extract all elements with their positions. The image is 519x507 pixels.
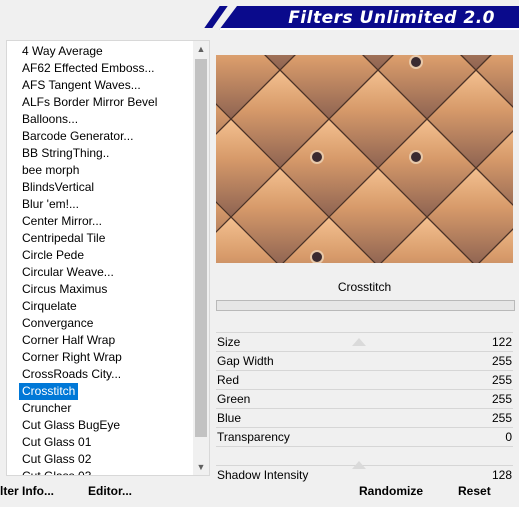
- filter-list-item[interactable]: Cut Glass BugEye: [19, 417, 189, 434]
- parameter-label: Blue: [217, 411, 242, 425]
- scroll-down-icon[interactable]: ▼: [193, 459, 209, 475]
- filter-list-item[interactable]: AFS Tangent Waves...: [19, 77, 189, 94]
- editor-button[interactable]: Editor...: [88, 480, 132, 502]
- parameter-label: Red: [217, 373, 240, 387]
- filter-list-item[interactable]: Corner Half Wrap: [19, 332, 189, 349]
- preview-image: [216, 55, 513, 263]
- parameter-row[interactable]: Transparency 0: [216, 427, 513, 446]
- parameter-label: Shadow Intensity: [217, 468, 309, 482]
- preview-knot: [310, 250, 324, 263]
- filter-list-item[interactable]: Cruncher: [19, 400, 189, 417]
- filter-list-item-label: Crosstitch: [19, 383, 79, 400]
- filter-list-item-label: Circular Weave...: [22, 265, 114, 279]
- parameter-row[interactable]: Blue 255: [216, 408, 513, 427]
- filter-list-item[interactable]: Circular Weave...: [19, 264, 189, 281]
- parameter-value: 122: [491, 335, 512, 349]
- filter-list-item-label: AF62 Effected Emboss...: [22, 61, 155, 75]
- filter-list-scrollbar[interactable]: ▲ ▼: [193, 41, 209, 475]
- filter-list-item-label: Centripedal Tile: [22, 231, 106, 245]
- filter-list-item-label: Circus Maximus: [22, 282, 108, 296]
- reset-button[interactable]: Reset: [458, 480, 491, 502]
- filter-list-item-label: BlindsVertical: [22, 180, 95, 194]
- filter-list-item-label: Circle Pede: [22, 248, 85, 262]
- filter-list-item-label: Cut Glass 03: [22, 469, 92, 476]
- filter-list-item[interactable]: Circle Pede: [19, 247, 189, 264]
- filter-list-item[interactable]: BlindsVertical: [19, 179, 189, 196]
- filter-list-item[interactable]: Crosstitch: [19, 383, 189, 400]
- filter-list-item[interactable]: Center Mirror...: [19, 213, 189, 230]
- filter-list-item[interactable]: Cut Glass 03: [19, 468, 189, 476]
- parameter-row[interactable]: Red 255: [216, 370, 513, 389]
- filter-list-item[interactable]: Convergance: [19, 315, 189, 332]
- parameter-value: 128: [491, 468, 512, 482]
- filter-list-item-label: Blur 'em!...: [22, 197, 79, 211]
- parameter-value: 0: [505, 430, 512, 444]
- filter-info-button[interactable]: lter Info...: [0, 480, 54, 502]
- parameter-value: 255: [491, 411, 512, 425]
- parameter-label: Gap Width: [217, 354, 274, 368]
- selected-filter-name: Crosstitch: [337, 280, 392, 294]
- filter-list-item-label: Center Mirror...: [22, 214, 103, 228]
- filter-list-item[interactable]: Barcode Generator...: [19, 128, 189, 145]
- filter-list-item[interactable]: Blur 'em!...: [19, 196, 189, 213]
- filter-list-item-label: Cut Glass BugEye: [22, 418, 121, 432]
- filter-list-item-label: BB StringThing..: [22, 146, 110, 160]
- filter-list-item[interactable]: Balloons...: [19, 111, 189, 128]
- app-title: Filters Unlimited 2.0: [288, 8, 495, 28]
- filter-list-item[interactable]: Cut Glass 01: [19, 434, 189, 451]
- parameter-value: 255: [491, 392, 512, 406]
- slider-marker: [352, 461, 366, 469]
- filter-list-item[interactable]: CrossRoads City...: [19, 366, 189, 383]
- filter-list-item[interactable]: AF62 Effected Emboss...: [19, 60, 189, 77]
- filter-list-item-label: Cut Glass 01: [22, 435, 92, 449]
- filter-list-item-label: Cut Glass 02: [22, 452, 92, 466]
- scroll-up-icon[interactable]: ▲: [193, 41, 209, 57]
- filter-list-item[interactable]: Cut Glass 02: [19, 451, 189, 468]
- filter-list-item[interactable]: Cirquelate: [19, 298, 189, 315]
- filter-list-item-label: CrossRoads City...: [22, 367, 122, 381]
- filter-list-item-label: Balloons...: [22, 112, 79, 126]
- scroll-thumb[interactable]: [195, 59, 207, 437]
- progress-bar: [216, 300, 515, 311]
- preview-knot: [409, 150, 423, 164]
- parameter-row[interactable]: Green 255: [216, 389, 513, 408]
- preview-knot: [409, 55, 423, 69]
- filter-list-item[interactable]: Circus Maximus: [19, 281, 189, 298]
- filter-list-item-label: AFS Tangent Waves...: [22, 78, 141, 92]
- filter-list-item-label: Cruncher: [22, 401, 72, 415]
- filter-list-item-label: Corner Right Wrap: [22, 350, 122, 364]
- parameter-label: Green: [217, 392, 251, 406]
- filter-list-item-label: ALFs Border Mirror Bevel: [22, 95, 158, 109]
- filter-list-item[interactable]: Corner Right Wrap: [19, 349, 189, 366]
- filter-list-item-label: bee morph: [22, 163, 80, 177]
- filter-list-item-label: Convergance: [22, 316, 94, 330]
- parameter-label: Size: [217, 335, 241, 349]
- filter-list-item[interactable]: 4 Way Average: [19, 43, 189, 60]
- filter-list-item[interactable]: ALFs Border Mirror Bevel: [19, 94, 189, 111]
- filter-list-items: 4 Way Average AF62 Effected Emboss... AFS …: [19, 43, 189, 476]
- parameter-label: Transparency: [217, 430, 290, 444]
- parameter-row[interactable]: Gap Width 255: [216, 351, 513, 370]
- parameter-value: 255: [491, 373, 512, 387]
- filter-list-item[interactable]: Centripedal Tile: [19, 230, 189, 247]
- filter-list-item-label: Corner Half Wrap: [22, 333, 116, 347]
- filter-list-item-label: Barcode Generator...: [22, 129, 134, 143]
- preview-knot: [310, 150, 324, 164]
- filter-list-item[interactable]: BB StringThing..: [19, 145, 189, 162]
- title-banner: Filters Unlimited 2.0: [219, 6, 519, 30]
- filter-list-item[interactable]: bee morph: [19, 162, 189, 179]
- parameter-value: 255: [491, 354, 512, 368]
- filter-list[interactable]: 4 Way Average AF62 Effected Emboss... AFS …: [6, 40, 210, 476]
- filter-list-item-label: 4 Way Average: [22, 44, 103, 58]
- slider-marker: [352, 338, 366, 346]
- randomize-button[interactable]: Randomize: [359, 480, 423, 502]
- filter-list-item-label: Cirquelate: [22, 299, 77, 313]
